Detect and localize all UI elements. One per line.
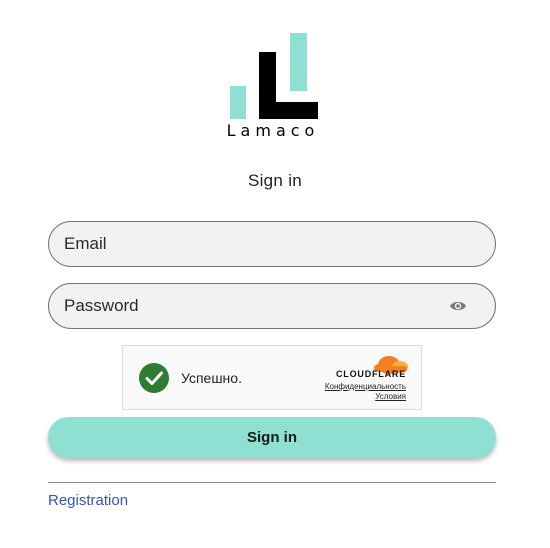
- sign-in-button[interactable]: Sign in: [48, 417, 496, 458]
- cloudflare-wordmark: CLOUDFLARE: [336, 369, 406, 379]
- divider: [48, 482, 496, 483]
- registration-link[interactable]: Registration: [48, 492, 128, 509]
- page-title: Sign in: [247, 171, 303, 190]
- privacy-link[interactable]: Конфиденциальность: [325, 382, 406, 391]
- checkmark-circle-icon: [139, 363, 169, 393]
- eye-icon[interactable]: [449, 299, 467, 313]
- email-field[interactable]: [64, 222, 444, 266]
- terms-link[interactable]: Условия: [375, 392, 406, 401]
- password-field-container: [48, 283, 496, 329]
- captcha-status-text: Успешно.: [181, 370, 242, 386]
- email-field-container: [48, 221, 496, 267]
- cloudflare-captcha-widget[interactable]: Успешно. CLOUDFLARE Конфиденциальность У…: [122, 345, 422, 410]
- password-field[interactable]: [64, 284, 444, 328]
- brand-name: Lamaco: [226, 121, 320, 140]
- sign-in-page: Lamaco Sign in Успешно.: [0, 0, 550, 548]
